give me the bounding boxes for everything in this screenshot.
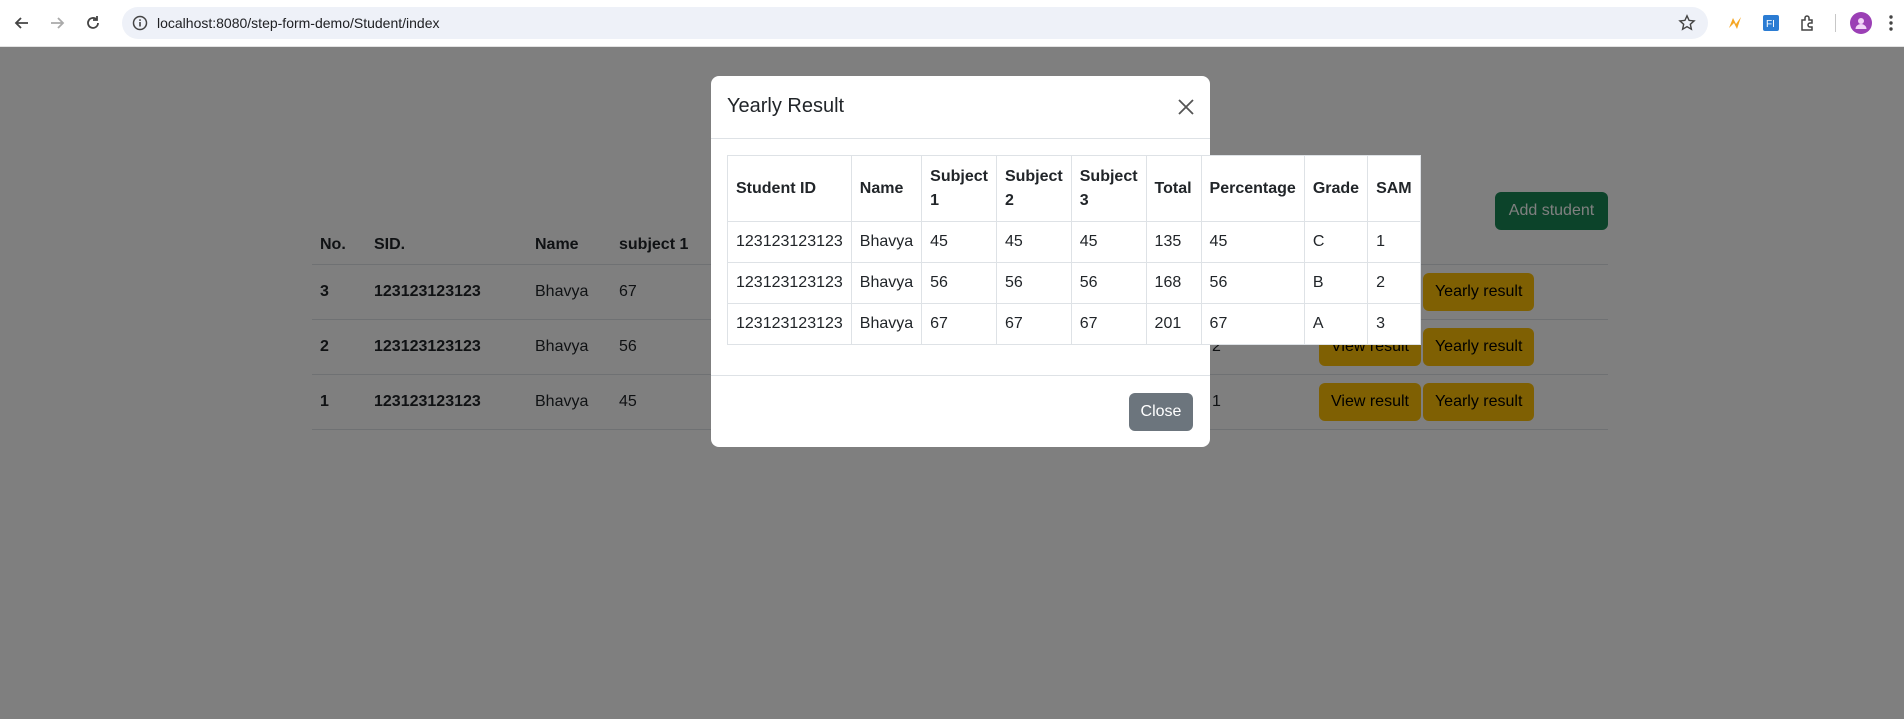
column-header-subject-3: Subject 3 <box>1070 155 1147 222</box>
subject-1-label: Subject 1 <box>930 167 988 209</box>
cell-subject-1: 56 <box>921 262 997 304</box>
cell-student-id: 123123123123 <box>727 221 852 263</box>
cell-percentage: 45 <box>1200 221 1305 263</box>
cell-total: 135 <box>1145 221 1202 263</box>
column-header-grade: Grade <box>1303 155 1369 222</box>
cell-subject-3: 45 <box>1070 221 1147 263</box>
column-header-total: Total <box>1145 155 1202 222</box>
cell-name: Bhavya <box>850 303 923 345</box>
cell-total: 168 <box>1145 262 1202 304</box>
yearly-result-table: Student ID Name Subject 1 Subject 2 Subj… <box>727 155 1422 345</box>
column-header-sam: SAM <box>1367 155 1422 222</box>
modal-header: Yearly Result <box>711 76 1210 139</box>
cell-subject-2: 45 <box>995 221 1072 263</box>
toolbar-divider <box>1835 14 1836 32</box>
profile-avatar-icon[interactable] <box>1850 12 1872 34</box>
svg-text:FI: FI <box>1766 19 1775 30</box>
column-header-name: Name <box>850 155 923 222</box>
column-header-student-id: Student ID <box>727 155 852 222</box>
cell-percentage: 67 <box>1200 303 1305 345</box>
close-button[interactable]: Close <box>1129 393 1193 431</box>
cell-subject-2: 56 <box>995 262 1072 304</box>
subject-3-label: Subject 3 <box>1079 167 1138 209</box>
cell-grade: A <box>1303 303 1369 345</box>
cell-subject-2: 67 <box>995 303 1072 345</box>
puzzle-extension-icon[interactable] <box>1797 12 1819 34</box>
cell-sam: 2 <box>1367 262 1422 304</box>
cell-subject-1: 45 <box>921 221 997 263</box>
column-header-subject-1: Subject 1 <box>921 155 997 222</box>
browser-toolbar: localhost:8080/step-form-demo/Student/in… <box>0 0 1904 47</box>
close-icon[interactable] <box>1173 94 1199 120</box>
cell-grade: B <box>1303 262 1369 304</box>
back-icon[interactable] <box>9 10 35 36</box>
cell-subject-3: 67 <box>1070 303 1147 345</box>
subject-2-label: Subject 2 <box>1004 167 1063 209</box>
pencil-extension-icon[interactable] <box>1724 12 1746 34</box>
cell-student-id: 123123123123 <box>727 303 852 345</box>
reload-icon[interactable] <box>80 10 106 36</box>
cell-total: 201 <box>1145 303 1202 345</box>
cell-name: Bhavya <box>850 262 923 304</box>
table-row: 123123123123 Bhavya 45 45 45 135 45 C 1 <box>727 221 1422 263</box>
modal-footer: Close <box>711 375 1210 447</box>
column-header-subject-2: Subject 2 <box>995 155 1072 222</box>
cell-subject-1: 67 <box>921 303 997 345</box>
url-text: localhost:8080/step-form-demo/Student/in… <box>157 15 440 31</box>
cell-subject-3: 56 <box>1070 262 1147 304</box>
star-icon[interactable] <box>1678 14 1696 37</box>
result-header-row: Student ID Name Subject 1 Subject 2 Subj… <box>727 155 1422 222</box>
column-header-percentage: Percentage <box>1200 155 1305 222</box>
word-extension-icon[interactable]: FI <box>1760 12 1782 34</box>
table-row: 123123123123 Bhavya 56 56 56 168 56 B 2 <box>727 262 1422 304</box>
cell-sam: 3 <box>1367 303 1422 345</box>
forward-icon[interactable] <box>44 10 70 36</box>
table-row: 123123123123 Bhavya 67 67 67 201 67 A 3 <box>727 303 1422 345</box>
cell-sam: 1 <box>1367 221 1422 263</box>
modal-title: Yearly Result <box>727 95 845 117</box>
cell-student-id: 123123123123 <box>727 262 852 304</box>
cell-percentage: 56 <box>1200 262 1305 304</box>
kebab-menu-icon[interactable] <box>1886 12 1896 34</box>
cell-name: Bhavya <box>850 221 923 263</box>
info-icon[interactable] <box>132 15 148 36</box>
address-bar[interactable]: localhost:8080/step-form-demo/Student/in… <box>122 7 1708 39</box>
cell-grade: C <box>1303 221 1369 263</box>
